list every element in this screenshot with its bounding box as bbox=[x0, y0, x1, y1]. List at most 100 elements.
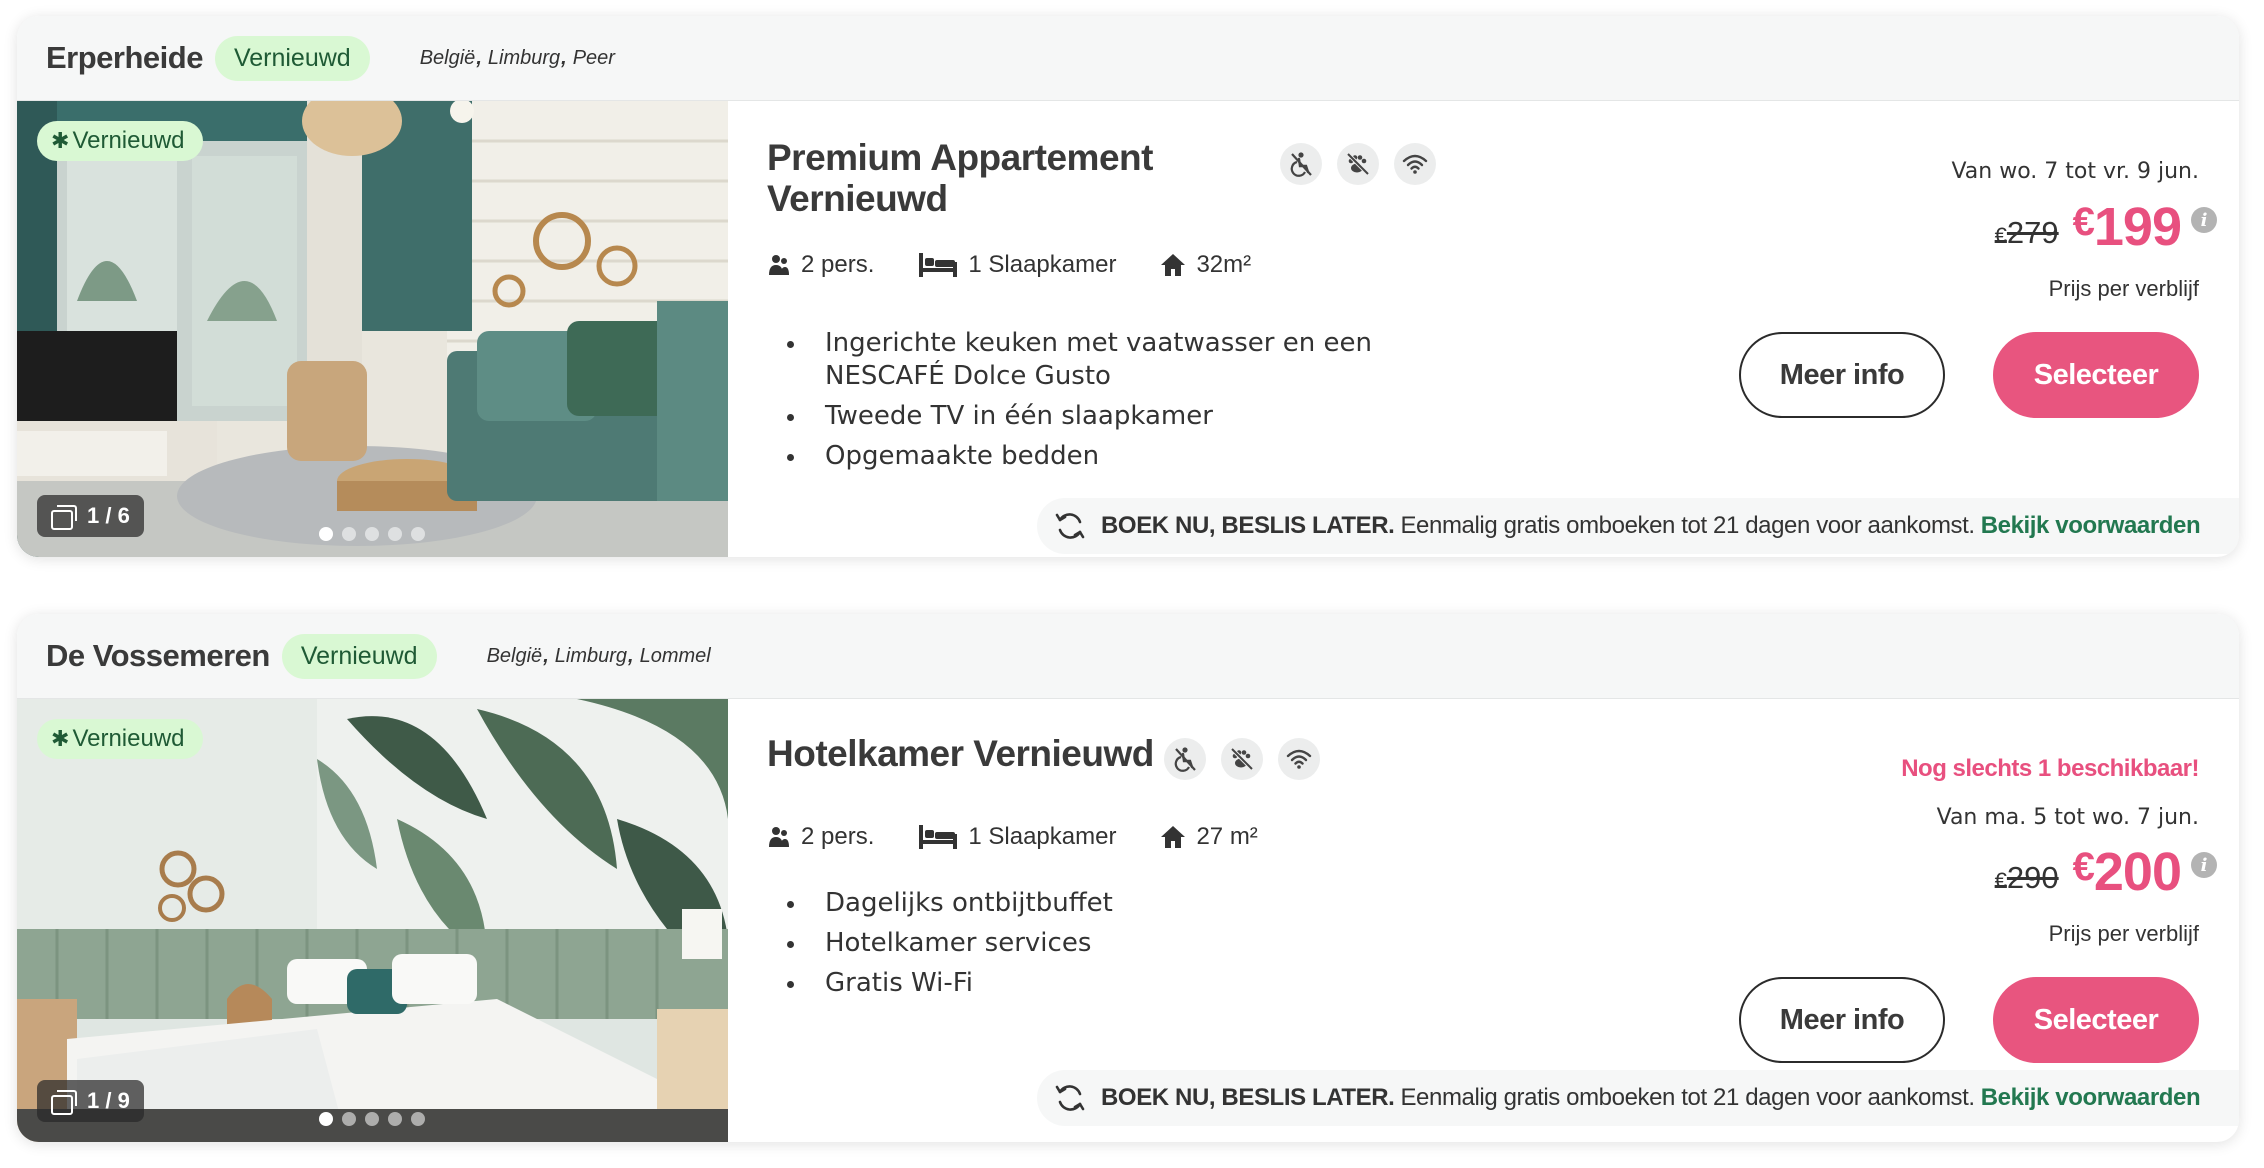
info-icon[interactable]: i bbox=[2191, 852, 2217, 878]
list-item: Dagelijks ontbijtbuffet bbox=[787, 887, 1407, 920]
no-wheelchair-icon bbox=[1280, 143, 1322, 185]
park-name[interactable]: Erperheide bbox=[46, 40, 203, 76]
location: België, Limburg, Peer bbox=[419, 46, 615, 69]
location-city: Lommel bbox=[639, 644, 711, 667]
old-price: €279 bbox=[1994, 215, 2059, 250]
flex-bold-text: BOEK NU, BESLIS LATER. bbox=[1101, 1084, 1395, 1111]
persons-spec: 2 pers. bbox=[767, 251, 874, 279]
more-info-button[interactable]: Meer info bbox=[1739, 977, 1945, 1063]
select-button[interactable]: Selecteer bbox=[1993, 332, 2199, 418]
new-price: €199 bbox=[2072, 197, 2182, 257]
photo-badge-label: Vernieuwd bbox=[72, 725, 185, 752]
more-info-button[interactable]: Meer info bbox=[1739, 332, 1945, 418]
bedrooms-spec: 1 Slaapkamer bbox=[918, 823, 1116, 851]
photo-renewed-badge: ✱ Vernieuwd bbox=[37, 719, 203, 759]
photo-carousel[interactable]: ✱ Vernieuwd 1 / 6 bbox=[17, 101, 728, 557]
conditions-link[interactable]: Bekijk voorwaarden bbox=[1981, 512, 2201, 540]
refresh-icon bbox=[1055, 1085, 1085, 1111]
photo-counter: 1 / 9 bbox=[37, 1080, 144, 1122]
carousel-dot[interactable] bbox=[365, 527, 379, 541]
price-note: Prijs per verblijf bbox=[2048, 921, 2199, 946]
feature-list: Dagelijks ontbijtbuffet Hotelkamer servi… bbox=[787, 887, 1407, 1007]
specs: 2 pers. 1 Slaapkamer 27 m² bbox=[767, 823, 1302, 851]
star-icon: ✱ bbox=[51, 726, 70, 751]
list-item: Hotelkamer services bbox=[787, 927, 1407, 960]
renewed-badge: Vernieuwd bbox=[281, 633, 437, 679]
photo-carousel[interactable]: ✱ Vernieuwd 1 / 9 bbox=[17, 699, 728, 1142]
list-item: Gratis Wi-Fi bbox=[787, 967, 1407, 1000]
price-row: €290 €200 i bbox=[1995, 841, 2217, 903]
no-pets-icon bbox=[1221, 738, 1263, 780]
stay-period: Van ma. 5 tot wo. 7 jun. bbox=[1936, 805, 2199, 830]
photo-renewed-badge: ✱ Vernieuwd bbox=[37, 121, 203, 161]
list-item: Ingerichte keuken met vaatwasser en een … bbox=[787, 327, 1407, 393]
bedrooms-spec: 1 Slaapkamer bbox=[918, 251, 1116, 279]
location-city: Peer bbox=[572, 46, 615, 69]
feature-list: Ingerichte keuken met vaatwasser en een … bbox=[787, 327, 1407, 480]
wifi-icon bbox=[1394, 143, 1436, 185]
price-note: Prijs per verblijf bbox=[2048, 276, 2199, 301]
carousel-dots bbox=[319, 1112, 425, 1126]
house-icon bbox=[1161, 826, 1186, 848]
photo-counter-label: 1 / 6 bbox=[87, 503, 130, 528]
carousel-dot[interactable] bbox=[319, 1112, 333, 1126]
amenity-icons bbox=[1164, 738, 1320, 780]
stay-period: Van wo. 7 tot vr. 9 jun. bbox=[1951, 159, 2199, 184]
carousel-dot[interactable] bbox=[342, 527, 356, 541]
photo-counter: 1 / 6 bbox=[37, 495, 144, 537]
carousel-dot[interactable] bbox=[388, 527, 402, 541]
location: België, Limburg, Lommel bbox=[486, 644, 711, 667]
no-pets-icon bbox=[1337, 143, 1379, 185]
area-label: 32m² bbox=[1196, 251, 1252, 278]
list-item: Opgemaakte bedden bbox=[787, 440, 1407, 473]
park-name[interactable]: De Vossemeren bbox=[46, 638, 270, 674]
carousel-dot[interactable] bbox=[388, 1112, 402, 1126]
refresh-icon bbox=[1055, 513, 1085, 539]
card-header: Erperheide Vernieuwd België, Limburg, Peer bbox=[17, 16, 2239, 101]
info-icon[interactable]: i bbox=[2191, 207, 2217, 233]
persons-icon bbox=[769, 255, 789, 275]
persons-label: 2 pers. bbox=[801, 823, 875, 850]
location-region: Limburg bbox=[554, 644, 628, 667]
accommodation-title[interactable]: Premium Appartement Vernieuwd bbox=[767, 137, 1187, 219]
bedrooms-label: 1 Slaapkamer bbox=[968, 251, 1117, 278]
bed-icon bbox=[919, 253, 958, 277]
carousel-dots bbox=[319, 527, 425, 541]
gallery-icon bbox=[51, 1090, 77, 1115]
carousel-dot[interactable] bbox=[319, 527, 333, 541]
living-room-photo bbox=[17, 101, 728, 557]
accommodation-card: Erperheide Vernieuwd België, Limburg, Peer bbox=[17, 16, 2239, 557]
carousel-dot[interactable] bbox=[342, 1112, 356, 1126]
old-price: €290 bbox=[1994, 860, 2059, 895]
house-icon bbox=[1161, 254, 1186, 276]
list-item: Tweede TV in één slaapkamer bbox=[787, 400, 1407, 433]
location-region: Limburg bbox=[487, 46, 561, 69]
carousel-dot[interactable] bbox=[411, 527, 425, 541]
carousel-dot[interactable] bbox=[365, 1112, 379, 1126]
photo-badge-label: Vernieuwd bbox=[72, 127, 185, 154]
renewed-badge: Vernieuwd bbox=[214, 35, 370, 81]
availability-notice: Nog slechts 1 beschikbaar! bbox=[1901, 755, 2199, 782]
persons-icon bbox=[769, 827, 789, 847]
flexible-booking-banner: BOEK NU, BESLIS LATER. Eenmalig gratis o… bbox=[1037, 498, 2239, 554]
bedrooms-label: 1 Slaapkamer bbox=[968, 823, 1117, 850]
location-country: België bbox=[419, 46, 476, 69]
amenity-icons bbox=[1280, 143, 1436, 185]
card-header: De Vossemeren Vernieuwd België, Limburg, L… bbox=[17, 614, 2239, 699]
flex-text: Eenmalig gratis omboeken tot 21 dagen vo… bbox=[1400, 1084, 1975, 1111]
flexible-booking-banner: BOEK NU, BESLIS LATER. Eenmalig gratis o… bbox=[1037, 1070, 2239, 1126]
price-row: €279 €199 i bbox=[1995, 196, 2217, 258]
area-label: 27 m² bbox=[1196, 823, 1258, 850]
flex-text: Eenmalig gratis omboeken tot 21 dagen vo… bbox=[1400, 512, 1975, 539]
conditions-link[interactable]: Bekijk voorwaarden bbox=[1981, 1084, 2201, 1112]
carousel-dot[interactable] bbox=[411, 1112, 425, 1126]
flex-bold-text: BOEK NU, BESLIS LATER. bbox=[1101, 512, 1395, 539]
bed-icon bbox=[919, 825, 958, 849]
wifi-icon bbox=[1278, 738, 1320, 780]
no-wheelchair-icon bbox=[1164, 738, 1206, 780]
select-button[interactable]: Selecteer bbox=[1993, 977, 2199, 1063]
persons-label: 2 pers. bbox=[801, 251, 875, 278]
photo-counter-label: 1 / 9 bbox=[87, 1088, 130, 1113]
new-price: €200 bbox=[2072, 842, 2182, 902]
area-spec: 27 m² bbox=[1160, 823, 1258, 851]
